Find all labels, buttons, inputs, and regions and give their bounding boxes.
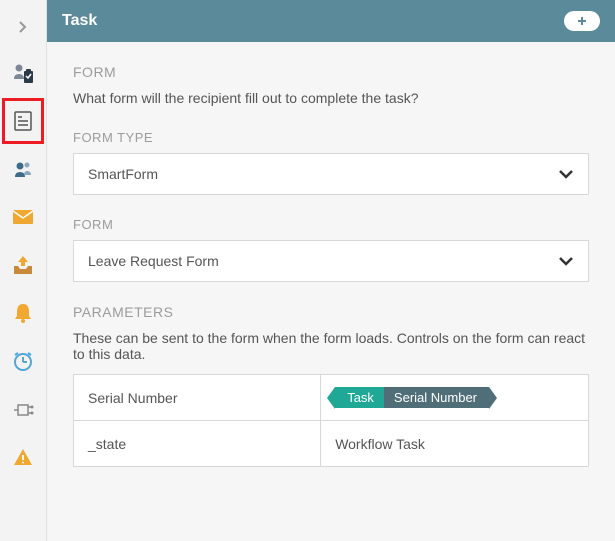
form-description: What form will the recipient fill out to… [73, 90, 589, 106]
sidebar-item-deadline[interactable] [2, 340, 44, 382]
chevron-right-icon [16, 20, 30, 34]
user-clipboard-icon [11, 61, 35, 85]
actions-icon [12, 399, 34, 419]
param-name: Serial Number [74, 375, 321, 421]
form-select-value: Leave Request Form [88, 253, 219, 269]
main-panel: Task FORM What form will the recipient f… [47, 0, 615, 541]
sidebar-item-outbox[interactable] [2, 244, 44, 286]
envelope-icon [12, 209, 34, 225]
form-select-label: FORM [73, 217, 589, 232]
panel-title: Task [62, 12, 97, 30]
form-highlight [2, 98, 44, 144]
users-icon [11, 157, 35, 181]
form-select[interactable]: Leave Request Form [73, 240, 589, 282]
sidebar-item-recipients[interactable] [2, 148, 44, 190]
form-type-select[interactable]: SmartForm [73, 153, 589, 195]
sidebar-item-user-task[interactable] [2, 52, 44, 94]
sidebar-item-actions[interactable] [2, 388, 44, 430]
param-badge[interactable]: Task Serial Number [335, 387, 489, 408]
table-row[interactable]: Serial Number Task Serial Number [74, 375, 589, 421]
form-type-value: SmartForm [88, 166, 158, 182]
table-row[interactable]: _state Workflow Task [74, 421, 589, 467]
add-icon [574, 15, 590, 27]
document-icon [12, 110, 34, 132]
form-section-label: FORM [73, 64, 589, 80]
badge-field: Serial Number [384, 387, 489, 408]
parameters-table: Serial Number Task Serial Number _state … [73, 374, 589, 467]
sidebar [0, 0, 47, 541]
warning-icon [12, 447, 34, 467]
clock-icon [12, 350, 34, 372]
panel-header: Task [47, 0, 615, 42]
form-type-label: FORM TYPE [73, 130, 589, 145]
collapse-toggle[interactable] [2, 8, 44, 46]
parameters-label: PARAMETERS [73, 304, 589, 320]
outbox-icon [12, 254, 34, 276]
param-name: _state [74, 421, 321, 467]
add-button[interactable] [564, 11, 600, 31]
param-value-cell: Task Serial Number [321, 375, 589, 421]
chevron-down-icon [558, 256, 574, 266]
parameters-description: These can be sent to the form when the f… [73, 330, 589, 362]
badge-context: Task [335, 387, 384, 408]
sidebar-item-email[interactable] [2, 196, 44, 238]
sidebar-item-error[interactable] [2, 436, 44, 478]
chevron-down-icon [558, 169, 574, 179]
param-value: Workflow Task [321, 421, 589, 467]
sidebar-item-form[interactable] [2, 100, 44, 142]
content-area: FORM What form will the recipient fill o… [47, 42, 615, 489]
sidebar-item-reminder[interactable] [2, 292, 44, 334]
bell-icon [13, 302, 33, 324]
